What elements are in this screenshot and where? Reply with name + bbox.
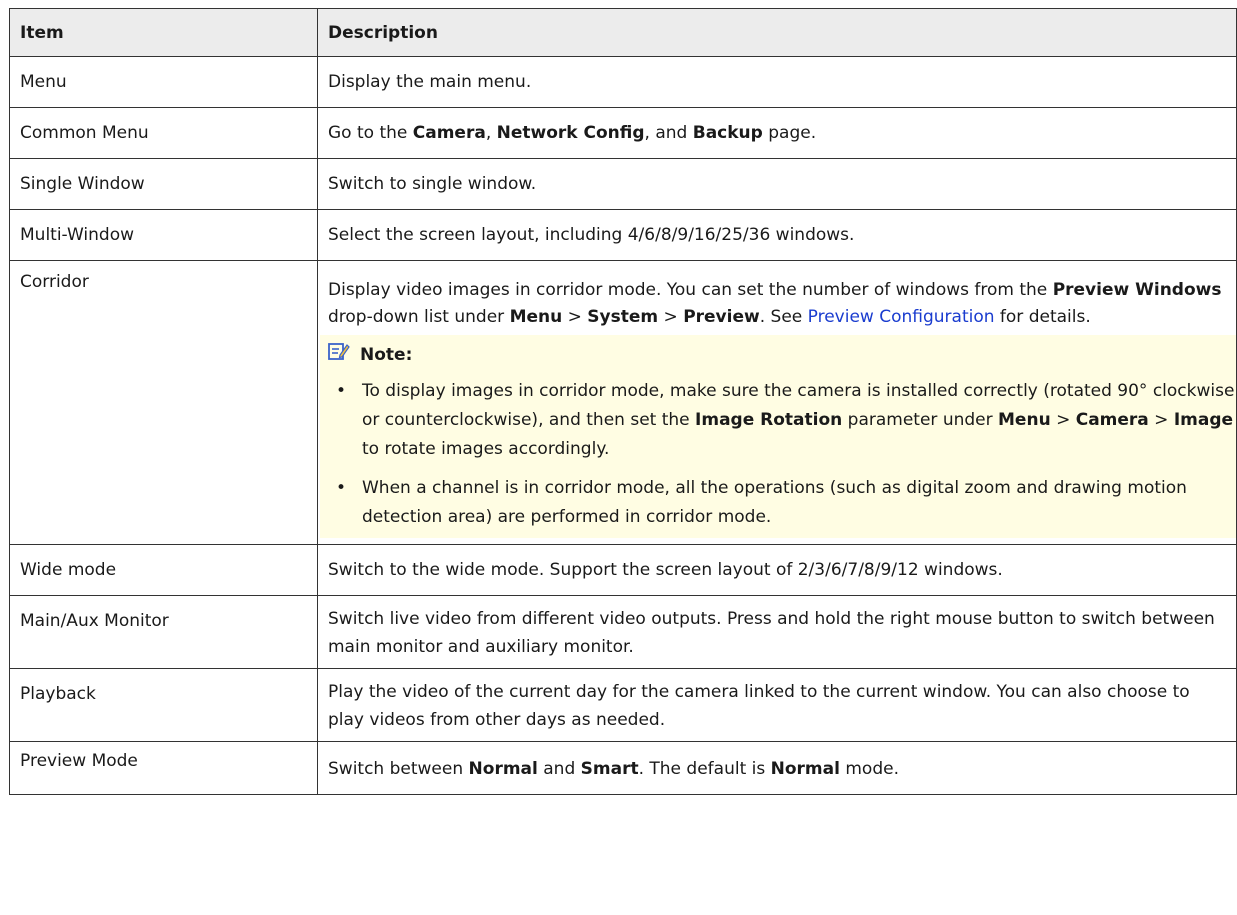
item-cell: Single Window (9, 158, 318, 210)
table-row: Corridor Display video images in corrido… (9, 260, 1237, 545)
desc-playback: Play the video of the current day for th… (328, 682, 1190, 730)
note-list: • To display images in corridor mode, mak… (328, 377, 1236, 532)
table-row: Menu Display the main menu. (9, 56, 1237, 108)
note-pencil-icon (328, 341, 350, 369)
item-menu: Menu (20, 72, 67, 92)
list-item: • To display images in corridor mode, mak… (328, 377, 1236, 464)
desc-multi-window: Select the screen layout, including 4/6/… (328, 225, 855, 245)
item-cell: Preview Mode (9, 741, 318, 795)
table-row: Single Window Switch to single window. (9, 158, 1237, 210)
note-title: Note: (360, 345, 413, 365)
item-multi-window: Multi-Window (20, 225, 135, 245)
item-wide-mode: Wide mode (20, 560, 117, 580)
description-cell: Switch live video from different video o… (317, 595, 1237, 669)
item-cell: Multi-Window (9, 209, 318, 261)
list-item: • When a channel is in corridor mode, all… (328, 474, 1236, 532)
item-cell: Common Menu (9, 107, 318, 159)
description-cell: Play the video of the current day for th… (317, 668, 1237, 742)
table-row: Wide mode Switch to the wide mode. Suppo… (9, 544, 1237, 596)
desc-corridor: Display video images in corridor mode. Y… (328, 280, 1222, 327)
preview-configuration-link[interactable]: Preview Configuration (808, 307, 995, 327)
table-row: Preview Mode Switch between Normal and S… (9, 741, 1237, 795)
note-header: Note: (328, 341, 1236, 369)
header-description: Description (317, 8, 1237, 57)
description-cell: Display video images in corridor mode. Y… (317, 260, 1237, 545)
desc-main-aux-monitor: Switch live video from different video o… (328, 609, 1215, 657)
item-preview-mode: Preview Mode (20, 751, 138, 771)
item-common-menu: Common Menu (20, 123, 149, 143)
desc-single-window: Switch to single window. (328, 174, 537, 194)
item-cell: Playback (9, 668, 318, 742)
note-box: Note: • To display images in corridor mod… (320, 335, 1236, 538)
desc-preview-mode: Switch between Normal and Smart. The def… (328, 759, 899, 779)
desc-common-menu: Go to the Camera, Network Config, and Ba… (328, 123, 817, 143)
item-cell: Main/Aux Monitor (9, 595, 318, 669)
item-main-aux-monitor: Main/Aux Monitor (20, 611, 169, 631)
description-cell: Go to the Camera, Network Config, and Ba… (317, 107, 1237, 159)
header-item: Item (9, 8, 318, 57)
bullet-icon: • (336, 381, 347, 401)
table-row: Multi-Window Select the screen layout, i… (9, 209, 1237, 261)
item-playback: Playback (20, 684, 96, 704)
table-row: Playback Play the video of the current d… (9, 668, 1237, 742)
description-cell: Switch to the wide mode. Support the scr… (317, 544, 1237, 596)
bullet-icon: • (336, 478, 347, 498)
item-cell: Menu (9, 56, 318, 108)
item-single-window: Single Window (20, 174, 145, 194)
description-cell: Switch to single window. (317, 158, 1237, 210)
description-cell: Switch between Normal and Smart. The def… (317, 741, 1237, 795)
description-cell: Select the screen layout, including 4/6/… (317, 209, 1237, 261)
table-row: Common Menu Go to the Camera, Network Co… (9, 107, 1237, 159)
item-cell: Wide mode (9, 544, 318, 596)
table-row: Main/Aux Monitor Switch live video from … (9, 595, 1237, 669)
item-corridor: Corridor (20, 272, 89, 292)
description-table: Item Description Menu Display the main m… (9, 8, 1237, 795)
desc-menu: Display the main menu. (328, 72, 532, 92)
description-cell: Display the main menu. (317, 56, 1237, 108)
item-cell: Corridor (9, 260, 318, 545)
desc-wide-mode: Switch to the wide mode. Support the scr… (328, 560, 1003, 580)
table-header-row: Item Description (9, 8, 1237, 57)
